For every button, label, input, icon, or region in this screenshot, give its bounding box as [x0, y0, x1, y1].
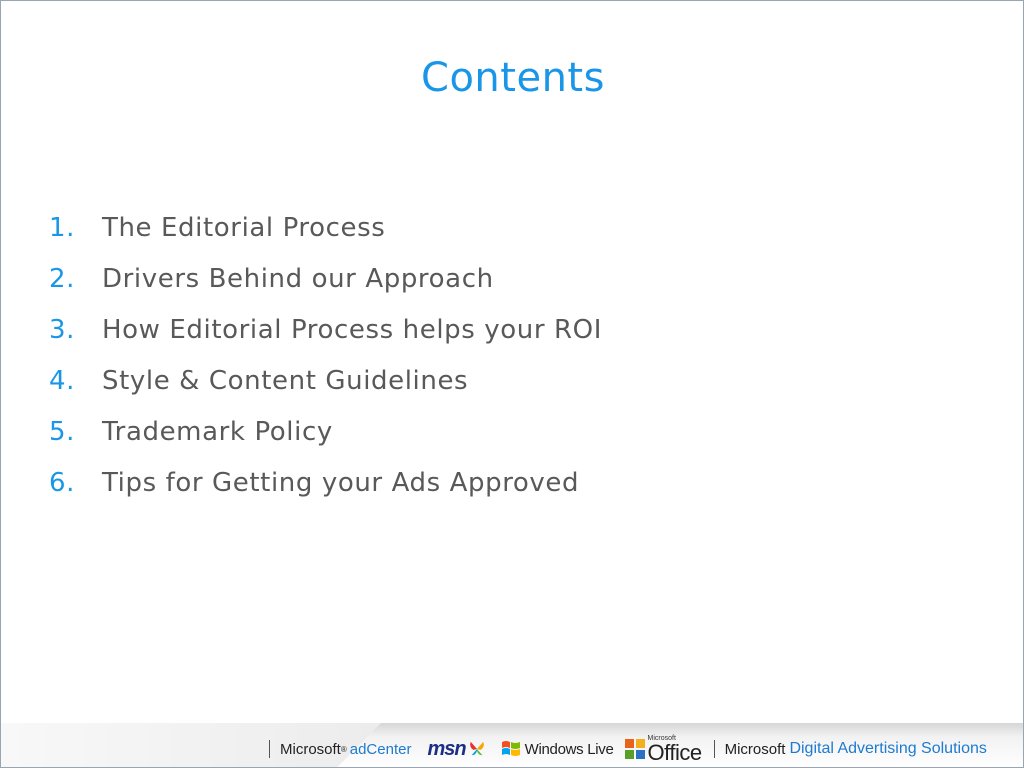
list-item-text: How Editorial Process helps your ROI — [102, 315, 603, 345]
divider — [713, 740, 715, 758]
digital-advertising-solutions-label: Digital Advertising Solutions — [789, 740, 987, 757]
windows-live-wordmark: Windows Live — [524, 740, 614, 758]
list-item-text: Tips for Getting your Ads Approved — [102, 468, 580, 498]
adcenter-wordmark: adCenter — [349, 740, 412, 758]
msn-butterfly-icon — [469, 741, 484, 756]
list-item-number: 1. — [49, 213, 76, 243]
list-item-text: Style & Content Guidelines — [102, 366, 469, 396]
divider — [269, 740, 270, 758]
office-wordmark: Office — [647, 739, 703, 765]
footer-bar: Microsoft ® adCenter msn Windows Live Mi… — [1, 723, 1023, 767]
list-item: 1. The Editorial Process — [49, 213, 602, 264]
registered-mark: ® — [340, 744, 347, 754]
slide: Contents 1. The Editorial Process 2. Dri… — [0, 0, 1024, 768]
list-item-number: 5. — [49, 417, 76, 447]
list-item-text: The Editorial Process — [102, 213, 386, 243]
list-item: 3. How Editorial Process helps your ROI — [49, 315, 602, 366]
list-item-text: Trademark Policy — [102, 417, 333, 447]
list-item: 5. Trademark Policy — [49, 417, 602, 468]
list-item: 6. Tips for Getting your Ads Approved — [49, 468, 602, 519]
list-item-number: 2. — [49, 264, 76, 294]
list-item-number: 4. — [49, 366, 76, 396]
contents-list: 1. The Editorial Process 2. Drivers Behi… — [49, 213, 602, 519]
microsoft-wordmark-2: Microsoft — [724, 740, 786, 758]
microsoft-wordmark: Microsoft — [280, 740, 341, 758]
list-item-number: 6. — [49, 468, 76, 498]
list-item: 2. Drivers Behind our Approach — [49, 264, 602, 315]
list-item-text: Drivers Behind our Approach — [102, 264, 494, 294]
windows-flag-icon — [501, 741, 520, 756]
office-wordmark-group: Microsoft Office — [647, 735, 703, 765]
brand-logos: Microsoft ® adCenter msn Windows Live Mi… — [265, 735, 987, 765]
office-logo-icon — [624, 739, 645, 759]
list-item-number: 3. — [49, 315, 76, 345]
msn-logo: msn — [427, 737, 466, 760]
slide-title: Contents — [421, 55, 605, 101]
list-item: 4. Style & Content Guidelines — [49, 366, 602, 417]
